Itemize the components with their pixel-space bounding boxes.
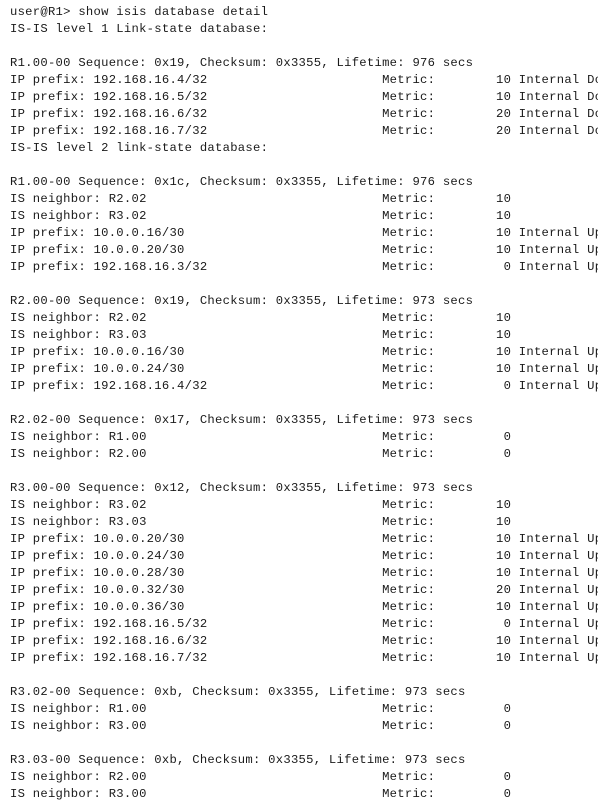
lsp-header: R2.02-00 Sequence: 0x17, Checksum: 0x335… — [10, 413, 474, 427]
ip-prefix-entry: IP prefix: 10.0.0.32/30 Metric: 20 Inter… — [10, 583, 598, 597]
is-neighbor-entry: IS neighbor: R2.00 Metric: 0 — [10, 770, 512, 784]
is-neighbor-entry: IS neighbor: R3.00 Metric: 0 — [10, 787, 512, 801]
ip-prefix-entry: IP prefix: 10.0.0.20/30 Metric: 10 Inter… — [10, 243, 598, 257]
ip-prefix-entry: IP prefix: 10.0.0.20/30 Metric: 10 Inter… — [10, 532, 598, 546]
ip-prefix-entry: IP prefix: 192.168.16.6/32 Metric: 10 In… — [10, 634, 598, 648]
ip-prefix-entry: IP prefix: 192.168.16.4/32 Metric: 10 In… — [10, 73, 598, 87]
ip-prefix-entry: IP prefix: 192.168.16.7/32 Metric: 20 In… — [10, 124, 598, 138]
ip-prefix-entry: IP prefix: 10.0.0.24/30 Metric: 10 Inter… — [10, 362, 598, 376]
ip-prefix-entry: IP prefix: 192.168.16.5/32 Metric: 0 Int… — [10, 617, 598, 631]
database-heading: IS-IS level 2 link-state database: — [10, 141, 269, 155]
ip-prefix-entry: IP prefix: 10.0.0.16/30 Metric: 10 Inter… — [10, 226, 598, 240]
ip-prefix-entry: IP prefix: 10.0.0.28/30 Metric: 10 Inter… — [10, 566, 598, 580]
ip-prefix-entry: IP prefix: 192.168.16.5/32 Metric: 10 In… — [10, 90, 598, 104]
lsp-header: R1.00-00 Sequence: 0x19, Checksum: 0x335… — [10, 56, 474, 70]
is-neighbor-entry: IS neighbor: R3.03 Metric: 10 — [10, 515, 512, 529]
is-neighbor-entry: IS neighbor: R2.02 Metric: 10 — [10, 311, 512, 325]
is-neighbor-entry: IS neighbor: R3.02 Metric: 10 — [10, 498, 512, 512]
lsp-header: R1.00-00 Sequence: 0x1c, Checksum: 0x335… — [10, 175, 474, 189]
ip-prefix-entry: IP prefix: 10.0.0.16/30 Metric: 10 Inter… — [10, 345, 598, 359]
terminal-output[interactable]: user@R1> show isis database detail IS-IS … — [0, 0, 598, 801]
lsp-header: R2.00-00 Sequence: 0x19, Checksum: 0x335… — [10, 294, 474, 308]
is-neighbor-entry: IS neighbor: R2.00 Metric: 0 — [10, 447, 512, 461]
is-neighbor-entry: IS neighbor: R3.02 Metric: 10 — [10, 209, 512, 223]
database-heading: IS-IS level 1 Link-state database: — [10, 22, 269, 36]
lsp-header: R3.03-00 Sequence: 0xb, Checksum: 0x3355… — [10, 753, 466, 767]
is-neighbor-entry: IS neighbor: R1.00 Metric: 0 — [10, 430, 512, 444]
ip-prefix-entry: IP prefix: 192.168.16.7/32 Metric: 10 In… — [10, 651, 598, 665]
is-neighbor-entry: IS neighbor: R3.00 Metric: 0 — [10, 719, 512, 733]
command-prompt-line: user@R1> show isis database detail — [10, 5, 269, 19]
ip-prefix-entry: IP prefix: 192.168.16.3/32 Metric: 0 Int… — [10, 260, 598, 274]
ip-prefix-entry: IP prefix: 10.0.0.36/30 Metric: 10 Inter… — [10, 600, 598, 614]
is-neighbor-entry: IS neighbor: R3.03 Metric: 10 — [10, 328, 512, 342]
is-neighbor-entry: IS neighbor: R2.02 Metric: 10 — [10, 192, 512, 206]
ip-prefix-entry: IP prefix: 192.168.16.4/32 Metric: 0 Int… — [10, 379, 598, 393]
ip-prefix-entry: IP prefix: 192.168.16.6/32 Metric: 20 In… — [10, 107, 598, 121]
lsp-header: R3.00-00 Sequence: 0x12, Checksum: 0x335… — [10, 481, 474, 495]
lsp-header: R3.02-00 Sequence: 0xb, Checksum: 0x3355… — [10, 685, 466, 699]
is-neighbor-entry: IS neighbor: R1.00 Metric: 0 — [10, 702, 512, 716]
ip-prefix-entry: IP prefix: 10.0.0.24/30 Metric: 10 Inter… — [10, 549, 598, 563]
